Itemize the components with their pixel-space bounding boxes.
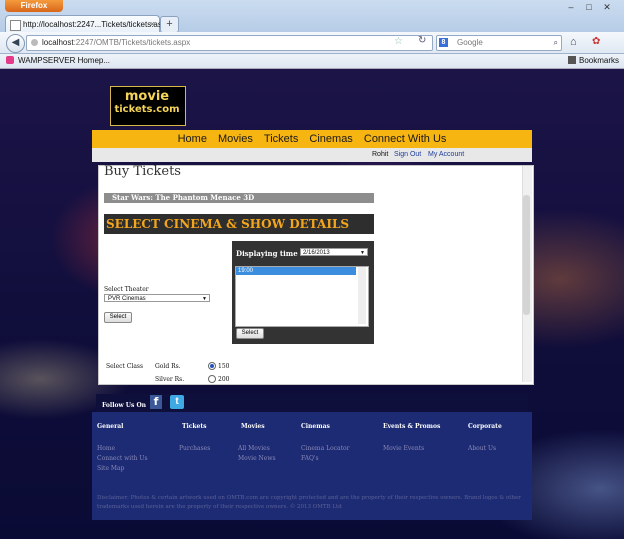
bookmark-star-icon[interactable]: ☆	[394, 36, 403, 47]
maximize-icon[interactable]: □	[580, 2, 598, 12]
list-scrollbar[interactable]	[358, 267, 366, 324]
bookmarks-icon	[568, 56, 576, 64]
logo-line-2: tickets.com	[114, 104, 180, 115]
address-bar[interactable]: localhost:2247/OMTB/Tickets/tickets.aspx	[26, 35, 433, 51]
chevron-down-icon: ▼	[360, 250, 365, 256]
url-path: :2247/OMTB/Tickets/tickets.aspx	[73, 38, 191, 47]
my-account-link[interactable]: My Account	[428, 148, 464, 162]
footer-link-faqs[interactable]: FAQ's	[301, 455, 319, 462]
footer-link-about-us[interactable]: About Us	[468, 445, 496, 452]
page-title: Buy Tickets	[104, 164, 181, 179]
sign-out-link[interactable]: Sign Out	[394, 148, 421, 162]
list-item[interactable]: 19:00	[236, 267, 356, 275]
user-name: Rohit	[372, 151, 389, 158]
chevron-down-icon: ▼	[202, 296, 207, 302]
footer-heading-events: Events & Promos	[383, 423, 441, 430]
class-silver-label: Silver Rs.	[155, 376, 185, 383]
class-gold-label: Gold Rs.	[155, 363, 181, 370]
reload-icon[interactable]: ↻	[418, 35, 426, 46]
site-identity-icon[interactable]	[31, 39, 38, 46]
page-icon	[10, 20, 21, 31]
close-tab-icon[interactable]: ×	[150, 16, 155, 33]
date-value: 2/16/2013	[303, 250, 330, 256]
nav-tickets[interactable]: Tickets	[264, 133, 298, 145]
close-window-icon[interactable]: ✕	[598, 2, 616, 13]
nav-connect[interactable]: Connect With Us	[364, 133, 447, 145]
section-title: SELECT CINEMA & SHOW DETAILS	[104, 214, 374, 234]
nav-cinemas[interactable]: Cinemas	[309, 133, 352, 145]
showtime-list[interactable]	[235, 266, 369, 327]
footer-link-movie-news[interactable]: Movie News	[238, 455, 276, 462]
class-silver-price: 200	[218, 376, 230, 383]
minimize-icon[interactable]: –	[562, 2, 580, 12]
class-gold-radio[interactable]	[208, 362, 216, 370]
footer-link-purchases[interactable]: Purchases	[179, 445, 210, 452]
footer-heading-tickets: Tickets	[182, 423, 207, 430]
search-icon[interactable]: ⌕	[554, 36, 558, 50]
browser-tab[interactable]: http://localhost:2247...Tickets/tickets.…	[5, 15, 170, 33]
class-silver-radio[interactable]	[208, 375, 216, 383]
select-time-button[interactable]: Select	[236, 328, 264, 339]
window-controls: – □ ✕	[562, 2, 622, 14]
select-theater-button[interactable]: Select	[104, 312, 132, 323]
footer-link-home[interactable]: Home	[97, 445, 115, 452]
nav-movies[interactable]: Movies	[218, 133, 253, 145]
url-host: localhost	[42, 38, 74, 47]
theater-label: Select Theater	[104, 286, 149, 293]
scrollbar-thumb[interactable]	[523, 195, 530, 315]
google-engine-icon[interactable]: 8	[439, 38, 448, 47]
class-gold-price: 150	[218, 363, 230, 370]
date-select[interactable]: 2/16/2013 ▼	[300, 248, 368, 256]
main-nav: Home Movies Tickets Cinemas Connect With…	[92, 130, 532, 148]
footer-heading-cinemas: Cinemas	[301, 423, 330, 430]
bookmark-wampserver[interactable]: WAMPSERVER Homep...	[6, 54, 110, 68]
theater-select[interactable]: PVR Cinemas ▼	[104, 294, 210, 302]
footer-link-all-movies[interactable]: All Movies	[238, 445, 270, 452]
bookmarks-toolbar: WAMPSERVER Homep... Bookmarks	[0, 54, 624, 69]
home-icon[interactable]: ⌂	[570, 36, 577, 48]
twitter-icon[interactable]: t	[170, 395, 184, 409]
footer-link-sitemap[interactable]: Site Map	[97, 465, 124, 472]
follow-label: Follow Us On	[102, 402, 147, 409]
new-tab-button[interactable]: +	[160, 16, 179, 33]
user-bar: Rohit Sign Out My Account	[92, 148, 532, 162]
nav-home[interactable]: Home	[178, 133, 207, 145]
back-button[interactable]: ◀	[6, 34, 25, 53]
search-placeholder: Google	[457, 38, 483, 47]
wamp-icon	[6, 56, 14, 64]
theater-value: PVR Cinemas	[108, 296, 146, 302]
footer-heading-movies: Movies	[241, 423, 265, 430]
addon-icon[interactable]: ✿	[592, 36, 600, 47]
search-input[interactable]: 8 Google ⌕	[436, 35, 562, 51]
class-label: Select Class	[106, 363, 144, 370]
footer-link-connect[interactable]: Connect with Us	[97, 455, 148, 462]
footer-disclaimer: Disclaimer: Photos & certain artwork use…	[97, 495, 521, 510]
footer-heading-corporate: Corporate	[468, 423, 502, 430]
facebook-icon[interactable]: f	[150, 395, 162, 409]
logo-line-1: movie	[124, 89, 170, 104]
footer-link-movie-events[interactable]: Movie Events	[383, 445, 424, 452]
footer-link-cinema-locator[interactable]: Cinema Locator	[301, 445, 350, 452]
footer-heading-general: General	[97, 423, 124, 430]
tab-title: http://localhost:2247...Tickets/tickets.…	[23, 20, 171, 29]
bookmarks-menu-button[interactable]: Bookmarks	[568, 54, 619, 68]
movie-title: Star Wars: The Phantom Menace 3D	[104, 193, 374, 203]
firefox-menu-button[interactable]: Firefox	[5, 0, 63, 12]
